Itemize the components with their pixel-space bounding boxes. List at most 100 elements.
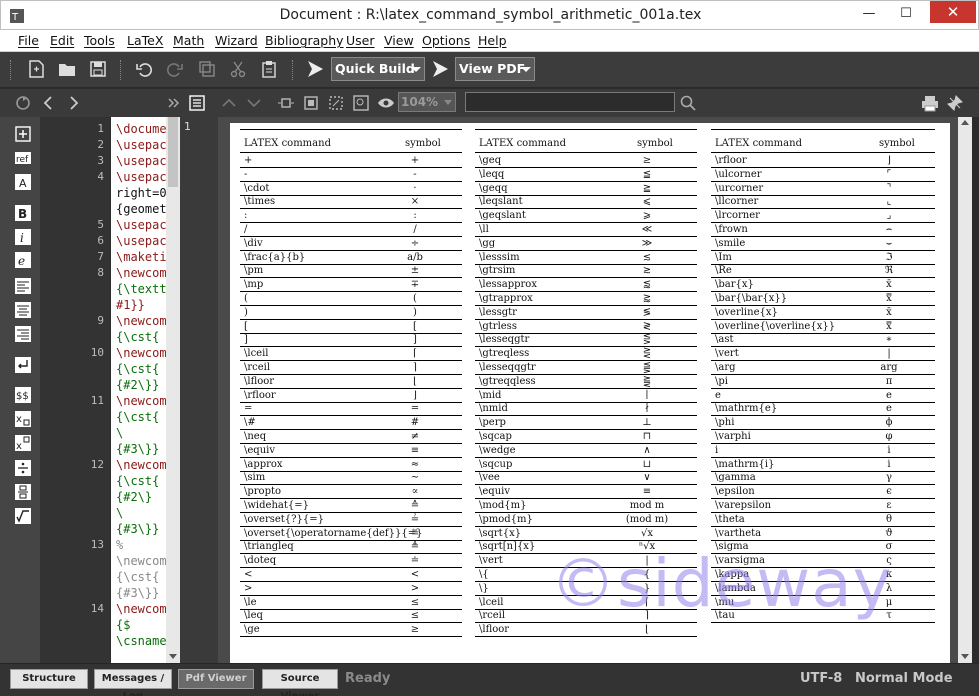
paste-icon[interactable]	[259, 59, 279, 79]
line-number: 4	[97, 170, 104, 183]
print-icon[interactable]	[921, 94, 939, 112]
command-cell: \lessgtr	[479, 306, 517, 318]
align-left-icon[interactable]	[14, 277, 32, 295]
new-file-icon[interactable]	[26, 59, 46, 79]
view-pdf-run-icon[interactable]	[430, 59, 450, 79]
command-cell: \vartheta	[715, 527, 762, 539]
page-up-icon[interactable]	[220, 94, 238, 112]
scroll-up-icon[interactable]	[961, 120, 969, 125]
superscript-icon[interactable]: x	[14, 434, 32, 452]
page-down-icon[interactable]	[245, 94, 263, 112]
menu-view[interactable]: View	[384, 33, 414, 48]
menu-options[interactable]: Options	[422, 33, 470, 48]
menu-math[interactable]: Math	[173, 33, 204, 48]
symbol-cell: ≦	[642, 168, 652, 180]
view-pdf-combo[interactable]: View PDF	[455, 57, 535, 81]
align-right-icon[interactable]	[14, 325, 32, 343]
table-row: \nmid ∤	[475, 402, 697, 417]
fit-text-icon[interactable]	[327, 94, 345, 112]
pdf-scrollbar[interactable]	[958, 117, 972, 663]
font-size-icon[interactable]: A	[14, 173, 32, 191]
quick-build-run-icon[interactable]	[305, 59, 325, 79]
menu-wizard[interactable]: Wizard	[215, 33, 258, 48]
quick-build-combo[interactable]: Quick Build	[331, 57, 425, 81]
minimize-button[interactable]: —	[855, 3, 883, 25]
table-row: \gtrapprox ⪆	[475, 292, 697, 306]
undo-icon[interactable]	[134, 59, 154, 79]
copy-icon[interactable]	[197, 59, 217, 79]
list-view-icon[interactable]	[188, 94, 206, 112]
ref-icon[interactable]: ref	[14, 149, 32, 167]
emphasis-icon[interactable]: e	[14, 251, 32, 269]
close-button[interactable]: ✕	[930, 1, 976, 23]
menu-help[interactable]: Help	[478, 33, 507, 48]
double-chevron-icon[interactable]	[165, 94, 183, 112]
command-cell: \sqrt{x}	[479, 527, 522, 539]
zoom-combo[interactable]: 104%	[398, 92, 456, 112]
command-cell: +	[244, 155, 253, 166]
fit-page-icon[interactable]	[302, 94, 320, 112]
bold-icon[interactable]: B	[14, 204, 32, 222]
newline-icon[interactable]	[14, 356, 32, 374]
command-cell: [	[244, 320, 248, 332]
editor-scrollbar[interactable]	[166, 117, 180, 663]
command-cell: \pmod{m}	[479, 513, 533, 525]
menu-user[interactable]: User	[346, 33, 375, 48]
menu-edit[interactable]: Edit	[50, 33, 74, 48]
division-icon[interactable]	[14, 459, 32, 477]
find-input[interactable]	[465, 92, 675, 112]
table-row: ((	[240, 292, 462, 306]
symbol-cell: ⌢	[885, 224, 893, 235]
command-cell: \bar{x}	[715, 279, 754, 291]
command-cell: \approx	[244, 458, 283, 470]
scroll-down-icon[interactable]	[961, 654, 969, 659]
scroll-down-icon[interactable]	[169, 654, 177, 659]
menu-bibliography[interactable]: Bibliography	[265, 33, 344, 48]
symbol-cell: arg	[880, 362, 898, 373]
command-cell: \leq	[244, 610, 263, 622]
symbol-cell: ≷	[642, 320, 652, 332]
forward-arrow-icon[interactable]	[64, 94, 82, 112]
code-area[interactable]: \documentclass \usepackage \usepackage \use…	[111, 117, 166, 663]
menu-tools[interactable]: Tools	[84, 33, 115, 48]
cut-icon[interactable]	[228, 59, 248, 79]
subscript-icon[interactable]: x	[14, 410, 32, 428]
line-number: 1	[97, 122, 104, 135]
menu-latex[interactable]: LaTeX	[127, 33, 163, 48]
sync-icon[interactable]	[14, 94, 32, 112]
eye-icon[interactable]	[377, 94, 395, 112]
status-mode[interactable]: Normal Mode	[855, 671, 953, 686]
code-line: {\cst{	[116, 330, 160, 344]
tab-structure[interactable]: Structure	[10, 669, 88, 689]
math-mode-icon[interactable]: $$	[14, 386, 32, 404]
code-line: {\cst{	[116, 362, 160, 376]
table-row: > >	[240, 582, 462, 596]
tab-messages-log[interactable]: Messages / Log	[94, 669, 172, 696]
square-root-icon[interactable]	[14, 507, 32, 525]
scrollbar-thumb[interactable]	[168, 117, 178, 187]
open-folder-icon[interactable]	[57, 59, 77, 79]
label-insert-icon[interactable]	[14, 125, 32, 143]
table-row: \lesssim ≲	[475, 251, 697, 265]
align-center-icon[interactable]	[14, 301, 32, 319]
tab-pdf-viewer[interactable]: Pdf Viewer	[178, 669, 254, 689]
fraction-icon[interactable]	[14, 483, 32, 501]
redo-icon[interactable]	[165, 59, 185, 79]
pin-icon[interactable]	[946, 94, 964, 112]
line-number: 12	[90, 458, 104, 471]
table-row: \lrcorner ⌟	[711, 209, 935, 224]
save-icon[interactable]	[88, 59, 108, 79]
fit-width-icon[interactable]	[277, 94, 295, 112]
command-cell: \sim	[244, 472, 266, 484]
search-icon[interactable]	[679, 94, 697, 112]
source-editor[interactable]: 123456789101112131415 \documentclass\use…	[40, 117, 180, 663]
menu-file[interactable]: File	[18, 33, 39, 48]
code-line: {#3\}}	[116, 522, 160, 536]
status-encoding[interactable]: UTF-8	[800, 671, 842, 686]
magnifier-frame-icon[interactable]	[352, 94, 370, 112]
back-arrow-icon[interactable]	[40, 94, 58, 112]
tab-source-viewer[interactable]: Source Viewer	[262, 669, 338, 696]
maximize-button[interactable]: ☐	[892, 3, 920, 25]
italic-icon[interactable]: i	[14, 228, 32, 246]
symbol-cell: mod m	[629, 500, 665, 511]
